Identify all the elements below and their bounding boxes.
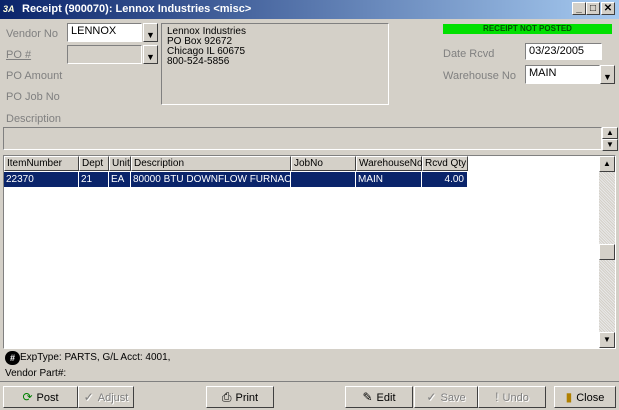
arrow-up-icon: ▲ [603, 159, 611, 168]
chevron-down-icon: ▼ [146, 52, 155, 62]
arrow-down-icon: ▼ [606, 140, 614, 149]
cell-unit: EA [109, 172, 131, 187]
column-header-jobno[interactable]: JobNo [291, 156, 356, 171]
column-header-itemnumber[interactable]: ItemNumber [4, 156, 79, 171]
cell-rcvd-qty: 4.00 [422, 172, 468, 187]
undo-label: Undo [502, 392, 529, 404]
vendor-dropdown-button[interactable]: ▼ [143, 23, 158, 42]
exclamation-icon: ! [495, 390, 499, 404]
po-job-label: PO Job No [6, 91, 60, 103]
check-icon: ✓ [426, 390, 437, 404]
address-line: 800-524-5856 [167, 56, 230, 67]
post-label: Post [36, 392, 59, 404]
post-button[interactable]: ⟳ Post [3, 386, 78, 408]
po-amount-label: PO Amount [6, 70, 63, 82]
description-scroll-up[interactable]: ▲ [602, 127, 618, 139]
description-label: Description [6, 113, 62, 125]
status-badge: RECEIPT NOT POSTED [443, 24, 612, 34]
column-header-warehouseno[interactable]: WarehouseNo [356, 156, 423, 171]
undo-button[interactable]: ! Undo [478, 386, 546, 408]
close-window-button[interactable]: ✕ [601, 2, 615, 15]
cell-dept: 21 [79, 172, 109, 187]
warehouse-label: Warehouse No [443, 70, 516, 82]
po-label: PO # [6, 49, 32, 61]
description-scroll-down[interactable]: ▼ [602, 139, 618, 151]
vendor-no-label: Vendor No [6, 28, 58, 40]
date-rcvd-field[interactable]: 03/23/2005 [525, 43, 602, 60]
exptype-text: ExpType: PARTS, G/L Acct: 4001, [20, 352, 171, 363]
cell-description: 80000 BTU DOWNFLOW FURNACE [131, 172, 291, 187]
column-header-description[interactable]: Description [131, 156, 291, 171]
arrow-up-icon: ▲ [606, 128, 614, 137]
print-button[interactable]: ⎙ Print [206, 386, 274, 408]
hash-icon: # [5, 351, 20, 365]
edit-label: Edit [376, 392, 396, 404]
description-field[interactable] [3, 127, 602, 150]
title-bar[interactable]: 3A Receipt (900070): Lennox Industries <… [0, 0, 619, 19]
print-label: Print [235, 392, 259, 404]
app-icon: 3A [3, 4, 15, 14]
save-label: Save [440, 392, 466, 404]
column-header-dept[interactable]: Dept [79, 156, 109, 171]
po-dropdown-button[interactable]: ▼ [143, 45, 158, 64]
check-icon: ✓ [83, 390, 94, 404]
chevron-down-icon: ▼ [146, 30, 155, 40]
adjust-button[interactable]: ✓ Adjust [78, 386, 134, 408]
arrow-down-icon: ▼ [603, 335, 611, 344]
po-field[interactable] [67, 45, 142, 64]
cell-warehouseno: MAIN [356, 172, 422, 187]
column-header-rcvd-qty[interactable]: Rcvd Qty [422, 156, 468, 171]
door-icon: ▮ [565, 390, 573, 404]
edit-button[interactable]: ✎ Edit [345, 386, 413, 408]
cell-itemnumber: 22370 [4, 172, 79, 187]
close-label: Close [576, 392, 605, 404]
vendor-part-text: Vendor Part#: [5, 368, 67, 379]
items-grid[interactable]: ItemNumber Dept Unit Description JobNo W… [3, 155, 616, 349]
printer-icon: ⎙ [221, 390, 232, 404]
refresh-icon: ⟳ [22, 390, 33, 404]
minimize-button[interactable]: _ [572, 2, 586, 15]
date-rcvd-label: Date Rcvd [443, 48, 495, 60]
edit-icon: ✎ [362, 390, 373, 404]
grid-scroll-up[interactable]: ▲ [599, 156, 615, 172]
vendor-no-field[interactable]: LENNOX [67, 23, 142, 42]
cell-jobno [291, 172, 356, 187]
close-button[interactable]: ▮ Close [554, 386, 616, 408]
column-header-unit[interactable]: Unit [109, 156, 131, 171]
warehouse-dropdown-button[interactable]: ▼ [600, 65, 615, 84]
warehouse-field[interactable]: MAIN [525, 65, 600, 84]
adjust-label: Adjust [97, 392, 129, 404]
divider [0, 381, 619, 382]
chevron-down-icon: ▼ [603, 72, 612, 82]
save-button[interactable]: ✓ Save [414, 386, 478, 408]
maximize-button[interactable]: □ [586, 2, 600, 15]
grid-scroll-thumb[interactable] [599, 244, 615, 260]
grid-scroll-down[interactable]: ▼ [599, 332, 615, 348]
grid-vertical-scrollbar[interactable]: ▲ ▼ [599, 156, 615, 348]
vendor-address: Lennox Industries PO Box 92672 Chicago I… [161, 23, 389, 105]
window-title: Receipt (900070): Lennox Industries <mis… [22, 3, 252, 15]
